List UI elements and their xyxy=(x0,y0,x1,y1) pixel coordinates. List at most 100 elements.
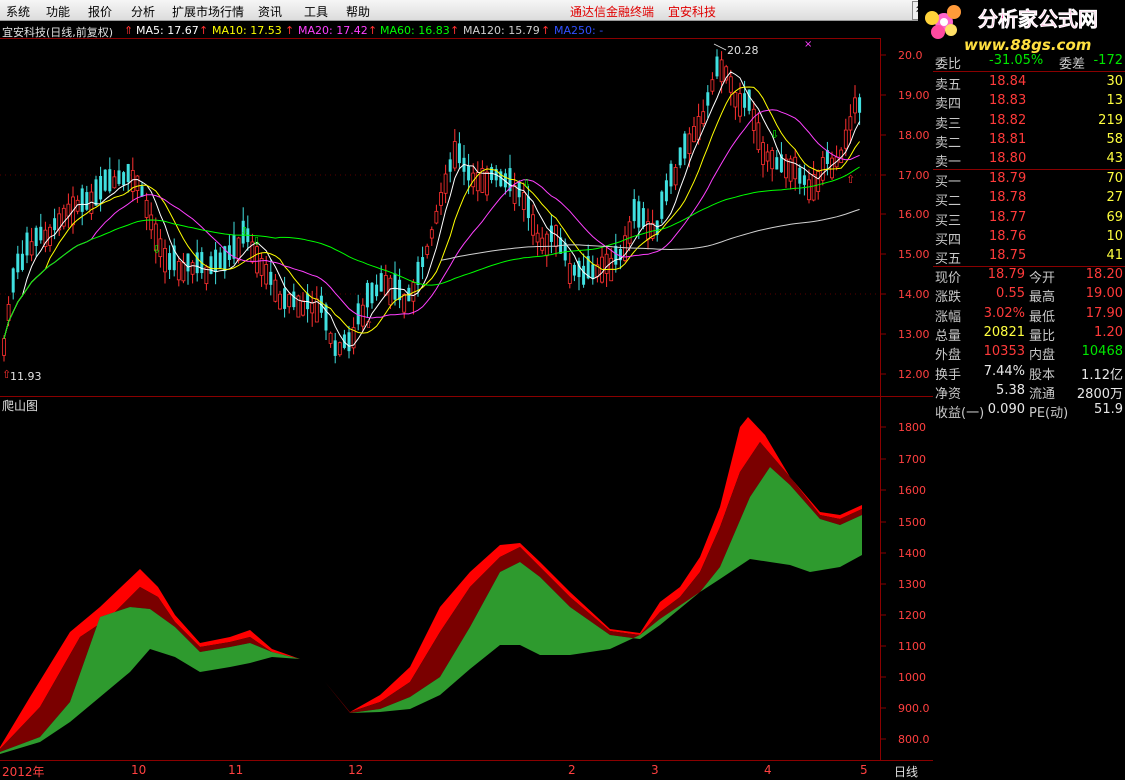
indicator-tick-label: 1200 xyxy=(898,609,926,622)
menu-analysis[interactable]: 分析 xyxy=(131,3,155,20)
candle-body xyxy=(706,92,710,106)
hill-indicator-chart[interactable]: 爬山图 1800 1700 1600 1500 1400 1300 1200 1100 1000… xyxy=(0,397,933,760)
candle-body xyxy=(743,93,747,108)
candle-body xyxy=(540,237,545,251)
kline-chart[interactable]: 20.0 19.00 18.00 17.00 16.00 15.00 14.00 13.00 1… xyxy=(0,38,933,398)
candle-body xyxy=(756,122,761,151)
candle-body xyxy=(719,59,724,83)
candle-body xyxy=(195,252,199,274)
bid-row[interactable]: 买四 18.76 10 xyxy=(933,228,1125,248)
price-tick-label: 14.00 xyxy=(898,288,930,301)
candle-body xyxy=(181,262,186,282)
weibi-value: -31.05% xyxy=(989,53,1044,68)
ask-price: 18.82 xyxy=(989,112,1027,128)
candle-body xyxy=(337,342,342,356)
candle-body xyxy=(535,232,540,243)
bid-row[interactable]: 买三 18.77 69 xyxy=(933,209,1125,229)
ask-row[interactable]: 卖二 18.81 58 xyxy=(933,131,1125,151)
hill-shapes xyxy=(0,417,862,754)
stat-value: 18.20 xyxy=(1085,267,1123,282)
stat-value: 0.55 xyxy=(996,286,1025,302)
candle-body xyxy=(108,169,112,192)
candle-body xyxy=(273,279,278,302)
stat-label: 换手 xyxy=(935,367,962,383)
price-tick-label: 20.0 xyxy=(898,49,923,62)
candle-body xyxy=(292,291,296,308)
stat-label: 流通 xyxy=(1029,386,1056,402)
candle-body xyxy=(168,253,172,270)
ask-volume: 219 xyxy=(1098,112,1123,128)
candle-body xyxy=(209,256,213,274)
stat-value: 5.38 xyxy=(996,382,1025,398)
bid-price: 18.79 xyxy=(989,171,1027,186)
candle-body xyxy=(701,111,706,124)
candle-body xyxy=(669,163,673,187)
candle-body xyxy=(848,116,853,131)
candle-body xyxy=(770,150,775,170)
price-tick-label: 17.00 xyxy=(898,169,930,182)
candle-body xyxy=(103,169,107,191)
menu-tools[interactable]: 工具 xyxy=(304,3,328,20)
bid-price: 18.75 xyxy=(989,248,1027,264)
ask-label: 卖三 xyxy=(935,116,962,132)
bid-row[interactable]: 买一 18.79 70 xyxy=(933,170,1125,190)
candle-body xyxy=(140,186,144,197)
menu-news[interactable]: 资讯 xyxy=(258,3,282,20)
menu-system[interactable]: 系统 xyxy=(6,3,30,20)
ask-row[interactable]: 卖五 18.84 30 xyxy=(933,73,1125,93)
bid-row[interactable]: 买二 18.78 27 xyxy=(933,189,1125,209)
candle-body xyxy=(549,225,553,242)
candle-body xyxy=(122,172,126,186)
ma20-line xyxy=(3,109,860,339)
quote-panel: 委比 -31.05% 委差 -172 卖五 18.84 30 卖四 18.83 … xyxy=(933,52,1125,422)
candle-body xyxy=(117,170,121,184)
candle-body xyxy=(572,264,576,276)
indicator-tick-label: 800.0 xyxy=(898,733,930,746)
period-selector[interactable]: 日线 xyxy=(880,760,933,780)
candle-body xyxy=(715,56,719,77)
arrow-down-icon: ⇩ xyxy=(770,128,779,141)
stat-value: 17.90 xyxy=(1085,305,1123,321)
ma5-line xyxy=(3,71,861,347)
bid-row[interactable]: 买五 18.75 41 xyxy=(933,247,1125,267)
menu-help[interactable]: 帮助 xyxy=(346,3,370,20)
ask-row[interactable]: 卖四 18.83 13 xyxy=(933,92,1125,112)
time-label: 12 xyxy=(348,763,364,777)
candle-body xyxy=(421,257,425,268)
price-tick-label: 19.00 xyxy=(898,89,930,102)
stat-value: 19.00 xyxy=(1085,286,1123,302)
stock-title: 宜安科技 xyxy=(668,5,717,19)
ask-label: 卖一 xyxy=(935,155,962,171)
candle-body xyxy=(751,108,756,131)
ask-row[interactable]: 卖三 18.82 219 xyxy=(933,112,1125,132)
arrow-up-icon: ⇧ xyxy=(846,173,855,186)
time-axis: 2012年 10 11 12 2 3 4 5 xyxy=(0,760,880,780)
candle-body xyxy=(807,179,811,201)
stat-value: 3.02% xyxy=(983,305,1025,321)
ask-row[interactable]: 卖一 18.80 43 xyxy=(933,150,1125,171)
candle-body xyxy=(94,179,98,206)
bid-label: 买一 xyxy=(935,175,962,190)
candle-body xyxy=(858,97,862,113)
candle-body xyxy=(176,260,181,281)
stat-label: 股本 xyxy=(1029,367,1056,383)
menu-extended-market[interactable]: 扩展市场行情 xyxy=(172,3,244,20)
price-tick-label: 16.00 xyxy=(898,208,930,221)
indicator-tick-label: 1500 xyxy=(898,516,926,529)
candle-body xyxy=(99,175,103,200)
candle-body xyxy=(738,93,742,117)
candle-body xyxy=(521,192,526,210)
candle-body xyxy=(333,340,337,356)
candle-body xyxy=(232,234,236,259)
candle-body xyxy=(798,167,802,184)
menu-quote[interactable]: 报价 xyxy=(88,3,112,20)
stat-row: 总量 20821 量比 1.20 xyxy=(933,324,1125,344)
menu-function[interactable]: 功能 xyxy=(46,3,70,20)
bid-label: 买三 xyxy=(935,213,962,229)
candle-body xyxy=(660,191,664,219)
ask-price: 18.83 xyxy=(989,93,1027,109)
candle-body xyxy=(467,165,471,181)
stat-value: 2800万 xyxy=(1076,386,1123,402)
candle-body xyxy=(365,282,369,308)
candle-body xyxy=(283,288,287,309)
